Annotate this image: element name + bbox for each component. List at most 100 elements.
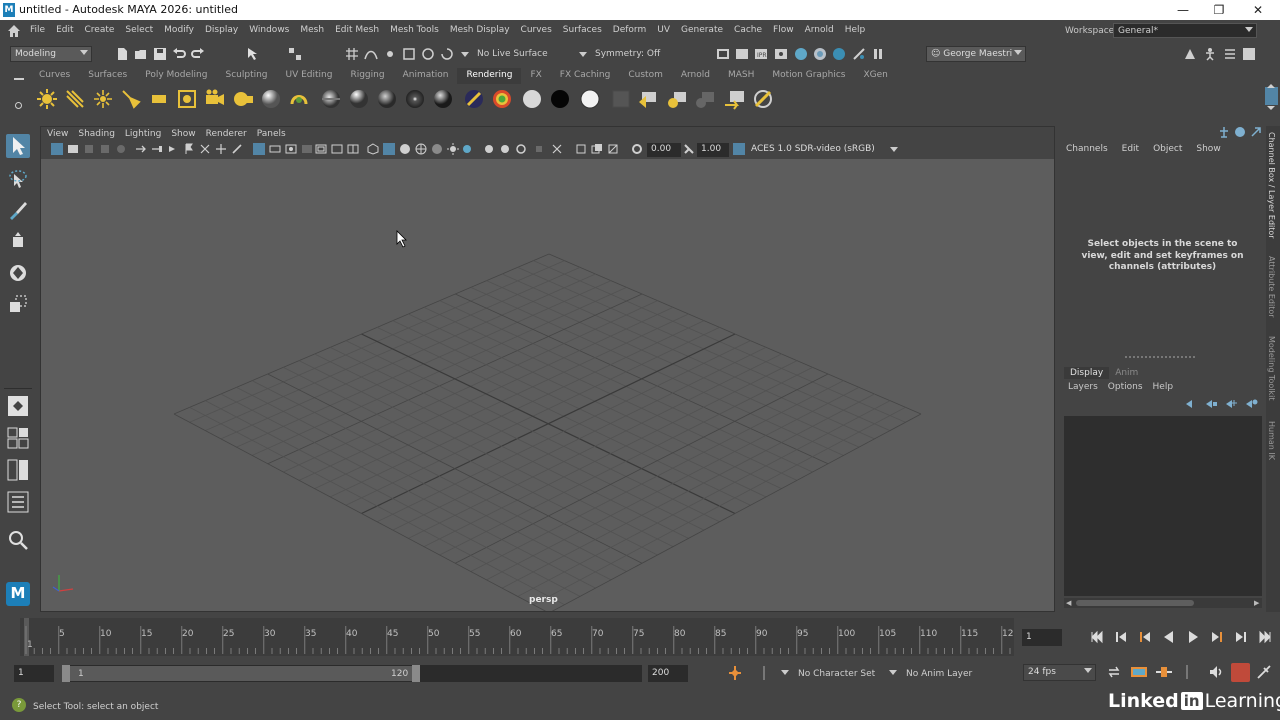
menu-deform[interactable]: Deform — [613, 25, 646, 35]
shelf-tab-fx-caching[interactable]: FX Caching — [551, 68, 620, 84]
toggle-isolate-icon[interactable] — [852, 47, 866, 61]
shelf-tab-curves[interactable]: Curves — [30, 68, 79, 84]
help-icon[interactable]: ? — [12, 698, 26, 712]
gamma-field[interactable]: 1.00 — [697, 143, 729, 157]
safe-title-icon[interactable] — [347, 143, 359, 155]
x-ray-icon[interactable] — [551, 143, 563, 155]
show-batch-render-icon[interactable] — [724, 88, 746, 110]
channel-box-menu-edit[interactable]: Edit — [1122, 144, 1139, 154]
safe-action-icon[interactable] — [331, 143, 343, 155]
render-settings-shelf-icon[interactable] — [752, 88, 774, 110]
search-icon[interactable] — [6, 528, 30, 552]
channel-box-menu-show[interactable]: Show — [1196, 144, 1220, 154]
render-layer-icon[interactable] — [610, 88, 632, 110]
chevron-down-icon[interactable] — [781, 670, 789, 675]
hypershade-swatch-icon[interactable] — [288, 88, 310, 110]
exposure-field[interactable]: 0.00 — [647, 143, 681, 157]
menu-arnold[interactable]: Arnold — [805, 25, 834, 35]
go-to-end-icon[interactable] — [1257, 629, 1273, 645]
single-perspective-view-icon[interactable] — [6, 394, 30, 418]
character-set-label[interactable]: No Character Set — [798, 669, 875, 679]
play-forwards-icon[interactable] — [1185, 629, 1201, 645]
grid-toggle-icon-a[interactable] — [199, 143, 211, 155]
menu-select[interactable]: Select — [125, 25, 153, 35]
bookmark-flag-icon[interactable] — [183, 143, 195, 155]
film-gate-icon[interactable] — [269, 143, 281, 155]
step-forward-frame-icon[interactable] — [1233, 629, 1249, 645]
wireframe-icon[interactable] — [367, 143, 379, 155]
cache-playback-icon[interactable] — [1130, 664, 1148, 680]
select-tool-button[interactable] — [6, 134, 30, 158]
select-camera-icon[interactable] — [51, 143, 63, 155]
menu-generate[interactable]: Generate — [681, 25, 723, 35]
tool-settings-toggle-icon[interactable] — [1242, 47, 1256, 61]
live-surface-label[interactable]: No Live Surface — [477, 49, 548, 59]
minimize-button[interactable]: — — [1168, 2, 1198, 18]
snap-together-icon[interactable] — [440, 47, 454, 61]
hypershade-icon[interactable] — [794, 47, 808, 61]
wireframe-on-shaded-icon[interactable] — [399, 143, 411, 155]
volume-light-icon[interactable] — [176, 88, 198, 110]
shelf-tab-poly-modeling[interactable]: Poly Modeling — [136, 68, 216, 84]
redo-icon[interactable] — [191, 47, 205, 61]
maya-home-button[interactable]: M — [6, 582, 30, 606]
image-plane-icon[interactable] — [99, 143, 111, 155]
save-scene-icon[interactable] — [153, 47, 167, 61]
isolate-select-icon[interactable] — [533, 143, 545, 155]
blinn-sphere-icon[interactable] — [260, 88, 282, 110]
camera-aim-icon[interactable] — [232, 88, 254, 110]
layer-horizontal-scrollbar[interactable]: ◀ ▶ — [1064, 598, 1262, 608]
channel-box-icon[interactable] — [1218, 126, 1230, 138]
shelf-tab-mash[interactable]: MASH — [719, 68, 763, 84]
home-icon[interactable] — [7, 24, 21, 38]
step-back-frame-icon[interactable] — [1113, 629, 1129, 645]
chevron-down-icon[interactable] — [579, 52, 587, 57]
go-to-start-icon[interactable] — [1089, 629, 1105, 645]
scrollbar-thumb[interactable] — [1076, 600, 1194, 606]
multisample-aa-icon[interactable] — [499, 143, 511, 155]
render-current-frame-icon[interactable] — [735, 47, 749, 61]
viewport-menu-shading[interactable]: Shading — [78, 127, 115, 141]
menu-edit-mesh[interactable]: Edit Mesh — [335, 25, 379, 35]
move-tool-icon[interactable] — [6, 230, 30, 254]
lambert-sphere-icon[interactable] — [320, 88, 342, 110]
menu-mesh-display[interactable]: Mesh Display — [450, 25, 510, 35]
open-scene-icon[interactable] — [134, 47, 148, 61]
undo-icon[interactable] — [172, 47, 186, 61]
layer-menu-help[interactable]: Help — [1153, 382, 1174, 392]
2d-pan-zoom-icon[interactable] — [115, 143, 127, 155]
gate-mask-icon[interactable] — [301, 143, 313, 155]
exposure-icon[interactable] — [631, 143, 643, 155]
snap-to-grid-icon[interactable] — [345, 47, 359, 61]
range-start-handle[interactable] — [62, 665, 70, 682]
key-options-icon[interactable] — [760, 665, 768, 681]
use-all-lights-icon[interactable] — [431, 143, 443, 155]
point-light-icon[interactable] — [92, 88, 114, 110]
panel-splitter-handle[interactable] — [1125, 356, 1195, 358]
anisotropic-sphere-icon[interactable] — [404, 88, 426, 110]
step-forward-key-icon[interactable] — [1209, 629, 1225, 645]
evaluation-toggle-icon[interactable] — [1155, 664, 1173, 680]
shelf-tab-rendering[interactable]: Rendering — [457, 68, 522, 84]
grease-pencil-next-icon[interactable] — [167, 143, 179, 155]
camera-icon[interactable] — [204, 88, 226, 110]
lasso-tool-icon[interactable] — [6, 168, 30, 192]
select-by-hierarchy-icon[interactable] — [246, 47, 260, 61]
spot-light-icon[interactable] — [120, 88, 142, 110]
scale-tool-icon[interactable] — [6, 292, 30, 316]
side-tab-channel-box[interactable]: Channel Box / Layer Editor — [1267, 132, 1276, 239]
directional-light-icon[interactable] — [64, 88, 86, 110]
current-frame-field[interactable]: 1 — [1022, 629, 1062, 646]
play-backwards-icon[interactable] — [1161, 629, 1177, 645]
white-swatch-icon[interactable] — [521, 88, 543, 110]
four-view-layout-icon[interactable] — [6, 426, 30, 450]
shelf-scroll-arrows-icon[interactable] — [1266, 82, 1276, 112]
use-background-swatch-icon[interactable] — [579, 88, 601, 110]
batch-render-icon[interactable] — [666, 88, 688, 110]
phong-sphere-icon[interactable] — [348, 88, 370, 110]
sound-icon[interactable] — [1208, 664, 1224, 680]
menu-flow[interactable]: Flow — [773, 25, 794, 35]
menu-curves[interactable]: Curves — [521, 25, 552, 35]
step-back-key-icon[interactable] — [1137, 629, 1153, 645]
viewport-menu-lighting[interactable]: Lighting — [125, 127, 161, 141]
